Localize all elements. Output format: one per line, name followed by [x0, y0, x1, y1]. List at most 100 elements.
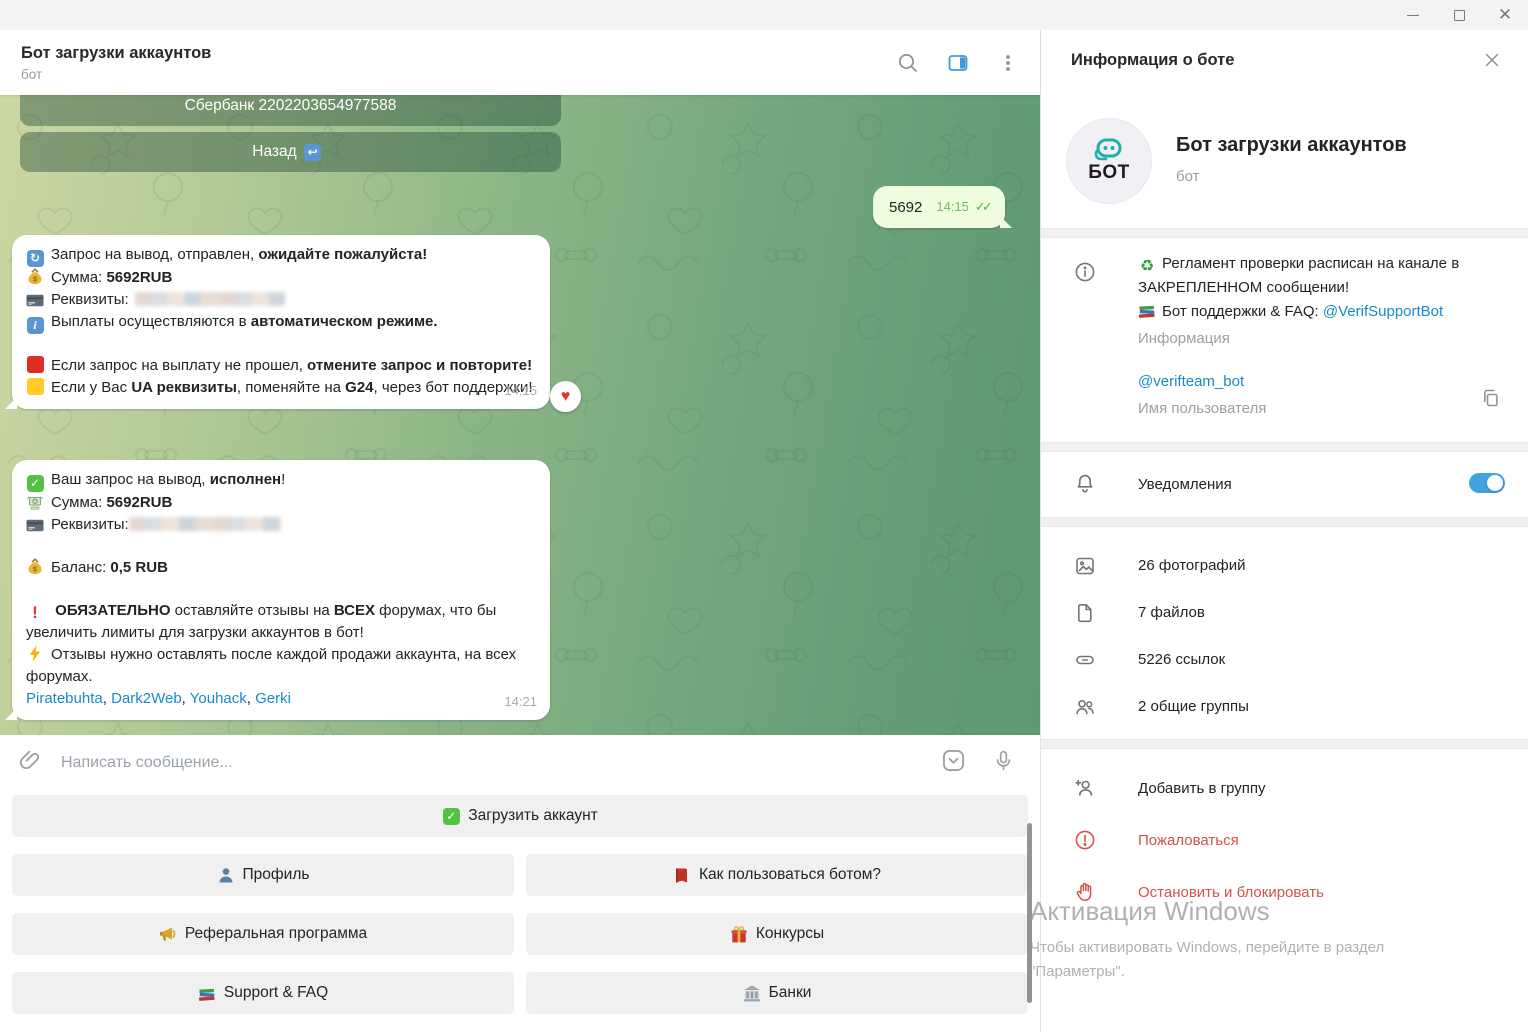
panel-item[interactable]: Добавить в группу [1041, 762, 1528, 814]
read-ticks-icon: ✓✓ [975, 199, 993, 215]
redacted-requisites [135, 292, 285, 306]
sidebar-toggle-icon[interactable] [944, 49, 972, 77]
refresh-emoji: ↻ [26, 249, 44, 267]
bot-name: Бот загрузки аккаунтов [1176, 134, 1407, 157]
file-icon [1073, 601, 1097, 625]
bell-icon [1073, 471, 1097, 495]
bot-keyboard-toggle-icon[interactable] [940, 747, 967, 779]
moneybag-emoji: $ [26, 558, 44, 576]
keyboard-button[interactable]: Банки [526, 972, 1028, 1014]
keyboard-button[interactable]: ✓Загрузить аккаунт [12, 795, 1028, 837]
copy-icon[interactable] [1479, 386, 1503, 410]
username-label: Имя пользователя [1138, 400, 1266, 417]
message-time: 14:15 [936, 199, 969, 214]
section-divider [1041, 228, 1528, 238]
bank-emoji [743, 984, 761, 1002]
notifications-label: Уведомления [1138, 476, 1232, 493]
hand-icon [1073, 880, 1097, 904]
attach-icon[interactable] [17, 747, 43, 778]
outgoing-message[interactable]: 5692 14:15 ✓✓ [873, 186, 1005, 228]
section-divider [1041, 442, 1528, 452]
incoming-message[interactable]: ↻Запрос на вывод, отправлен, ожидайте по… [12, 235, 550, 409]
minimize-button[interactable] [1390, 0, 1436, 30]
text-link[interactable]: Youhack [190, 690, 247, 707]
keyboard-button[interactable]: Конкурсы [526, 913, 1028, 955]
text-link[interactable]: @VerifSupportBot [1323, 303, 1443, 320]
maximize-button[interactable] [1436, 0, 1482, 30]
megaphone-emoji [159, 925, 177, 943]
recycle-emoji: ♻ [1138, 258, 1156, 276]
moneybag-emoji: $ [26, 268, 44, 286]
link-icon [1073, 648, 1097, 672]
keyboard-button[interactable]: Реферальная программа [12, 913, 514, 955]
panel-item[interactable]: 7 файлов [1041, 589, 1528, 636]
card-emoji [26, 517, 44, 535]
check-emoji: ✓ [26, 474, 44, 492]
section-divider [1041, 739, 1528, 749]
bot-reply-keyboard: ✓Загрузить аккаунт Профиль Как пользоватьс… [0, 790, 1040, 1032]
books-emoji [198, 984, 216, 1002]
info-circle-icon [1073, 260, 1097, 284]
report-icon [1073, 828, 1097, 852]
close-window-button[interactable]: ✕ [1482, 0, 1528, 30]
microphone-icon[interactable] [991, 748, 1016, 778]
heart-reaction-badge[interactable]: ♥ [550, 381, 581, 412]
chat-title: Бот загрузки аккаунтов [21, 44, 211, 63]
incoming-message[interactable]: ✓Ваш запрос на вывод, исполнен!Сумма: 56… [12, 460, 550, 720]
bot-avatar[interactable]: БОТ [1066, 118, 1152, 204]
yellowsquare-emoji [26, 378, 44, 396]
keyboard-scrollbar[interactable] [1027, 823, 1032, 1003]
avatar-label: БОТ [1088, 162, 1130, 184]
search-icon[interactable] [894, 49, 922, 77]
menu-kebab-icon[interactable] [994, 49, 1022, 77]
moneywings-emoji [26, 494, 44, 512]
person-add-icon [1073, 776, 1097, 800]
chat-subtitle: бот [21, 67, 211, 82]
message-input[interactable] [61, 754, 940, 772]
info-label: Информация [1138, 327, 1498, 351]
text-link[interactable]: Dark2Web [111, 690, 182, 707]
inline-button-back[interactable]: Назад↩ [20, 132, 561, 172]
redbook-emoji [673, 866, 691, 884]
panel-item[interactable]: Остановить и блокировать [1041, 866, 1528, 918]
bot-type-label: бот [1176, 168, 1199, 185]
keyboard-button[interactable]: Support & FAQ [12, 972, 514, 1014]
redsquare-emoji [26, 356, 44, 374]
back-arrow-emoji: ↩ [304, 143, 322, 161]
chat-message-area: Сбербанк 2202203654977588 Назад↩ 5692 14… [0, 95, 1040, 735]
photo-icon [1073, 554, 1097, 578]
panel-item[interactable]: Пожаловаться [1041, 814, 1528, 866]
exclamation-emoji: ! [26, 604, 44, 622]
outgoing-text: 5692 [889, 199, 922, 216]
inline-button-sberbank[interactable]: Сбербанк 2202203654977588 [20, 95, 561, 126]
people-icon [1073, 695, 1097, 719]
text-link[interactable]: Piratebuhta [26, 690, 103, 707]
panel-title: Информация о боте [1071, 51, 1234, 70]
section-divider [1041, 517, 1528, 527]
keyboard-button[interactable]: Профиль [12, 854, 514, 896]
text-link[interactable]: Gerki [255, 690, 291, 707]
media-list: 26 фотографий7 файлов5226 ссылок2 общие … [1041, 542, 1528, 730]
message-time: 14:15 [504, 380, 537, 402]
keyboard-button[interactable]: Как пользоваться ботом? [526, 854, 1028, 896]
chat-column: Бот загрузки аккаунтов бот [0, 30, 1040, 1032]
panel-item[interactable]: 26 фотографий [1041, 542, 1528, 589]
notifications-toggle[interactable] [1469, 473, 1505, 493]
lightning-emoji [26, 645, 44, 663]
info-emoji: i [26, 316, 44, 334]
panel-item[interactable]: 2 общие группы [1041, 683, 1528, 730]
telegram-window: ✕ Бот загрузки аккаунтов бот [0, 0, 1528, 1032]
bot-info-panel: Информация о боте БОТ Бот загрузки аккау… [1040, 30, 1528, 1032]
chat-header[interactable]: Бот загрузки аккаунтов бот [0, 30, 1040, 95]
message-time: 14:21 [504, 691, 537, 713]
close-panel-icon[interactable] [1478, 46, 1506, 74]
books-emoji [1138, 302, 1156, 320]
person-emoji [217, 866, 235, 884]
bot-username-link[interactable]: @verifteam_bot [1138, 373, 1244, 390]
check-emoji: ✓ [442, 807, 460, 825]
card-emoji [26, 292, 44, 310]
panel-item[interactable]: 5226 ссылок [1041, 636, 1528, 683]
window-titlebar: ✕ [0, 0, 1528, 30]
gift-emoji [730, 925, 748, 943]
robot-icon [1092, 138, 1126, 164]
